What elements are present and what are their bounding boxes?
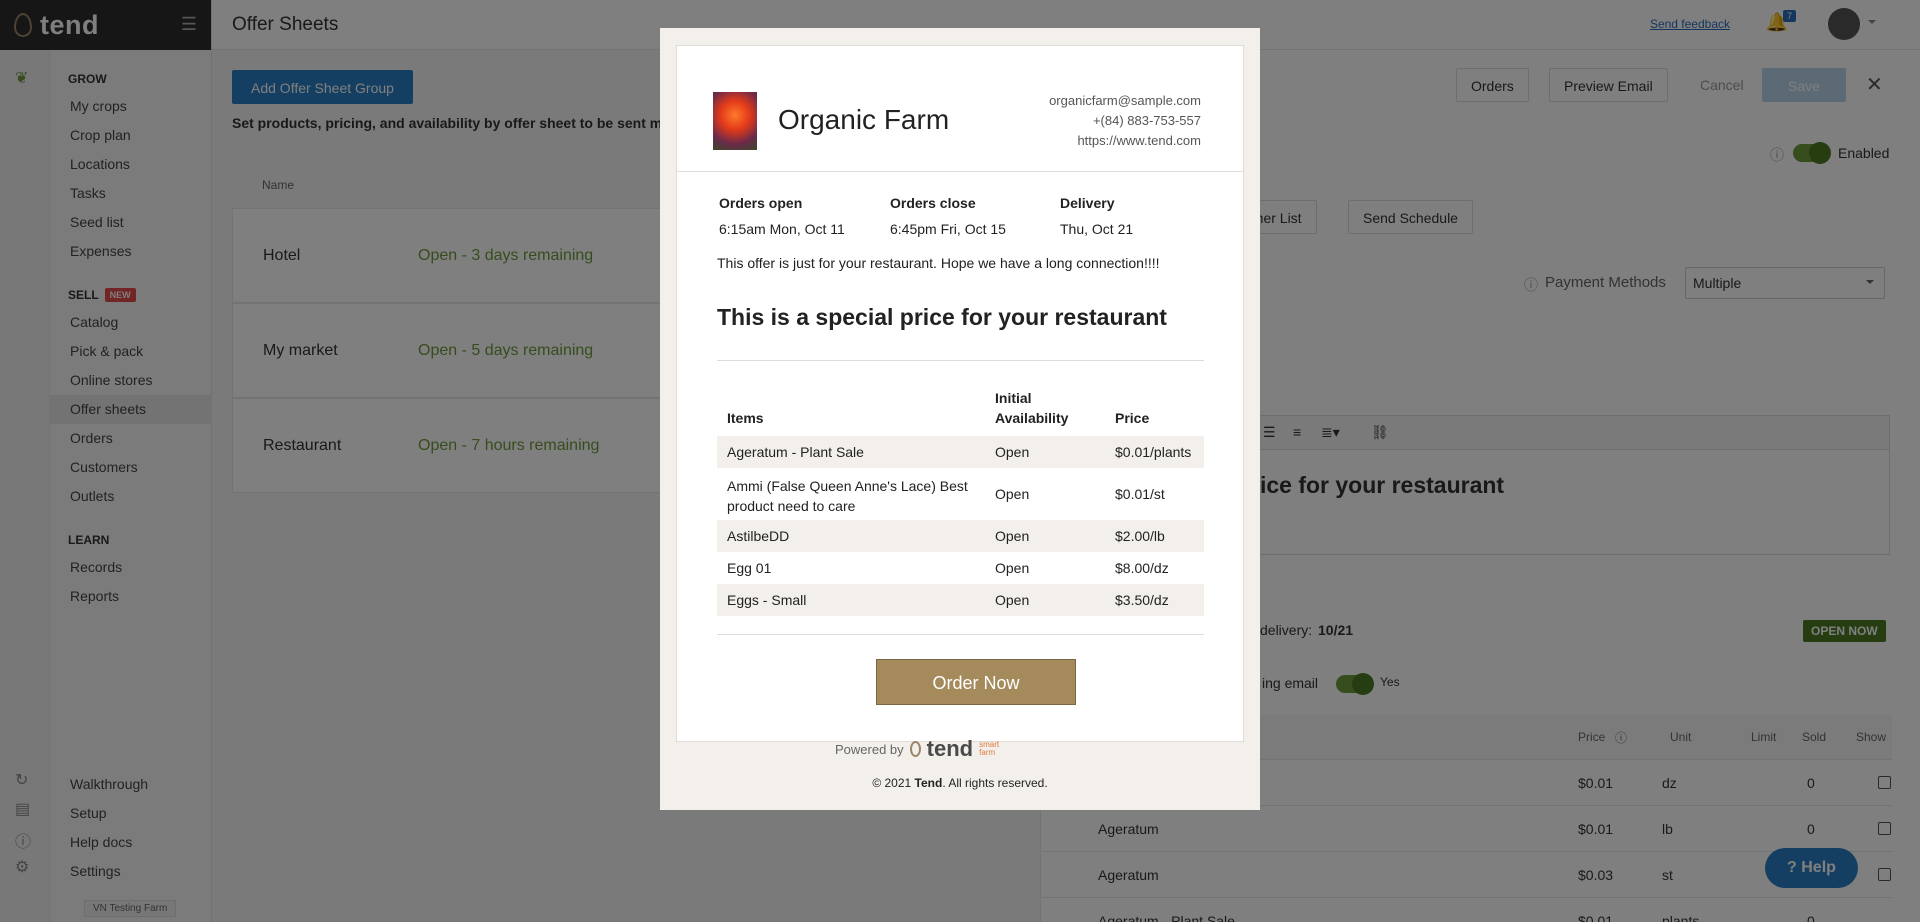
orders-close-value: 6:45pm Fri, Oct 15 — [890, 221, 1006, 237]
item-price: $2.00/lb — [1115, 528, 1165, 544]
farm-logo-image — [713, 92, 757, 150]
item-name: AstilbeDD — [727, 528, 790, 544]
tend-logo[interactable]: tend — [927, 736, 973, 762]
item-name: Ammi (False Queen Anne's Lace) Best prod… — [727, 478, 968, 514]
item-availability: Open — [995, 486, 1030, 502]
item-availability: Open — [995, 560, 1030, 576]
item-price: $0.01/plants — [1115, 444, 1192, 460]
item-price: $0.01/st — [1115, 486, 1165, 502]
item-name: Ageratum - Plant Sale — [727, 444, 864, 460]
table-row: Egg 01 Open $8.00/dz — [717, 552, 1204, 584]
availability-header-line2: Availability — [995, 410, 1069, 426]
farm-email[interactable]: organicfarm@sample.com — [1049, 93, 1201, 108]
divider — [677, 171, 1243, 172]
farm-phone: +(84) 883-753-557 — [1092, 113, 1201, 128]
item-price: $3.50/dz — [1115, 592, 1169, 608]
orders-open-value: 6:15am Mon, Oct 11 — [719, 221, 845, 237]
delivery-value: Thu, Oct 21 — [1060, 221, 1134, 237]
delivery-label: Delivery — [1060, 195, 1115, 211]
table-row: AstilbeDD Open $2.00/lb — [717, 520, 1204, 552]
item-price: $8.00/dz — [1115, 560, 1169, 576]
offer-message: This offer is just for your restaurant. … — [717, 255, 1160, 271]
item-name: Eggs - Small — [727, 592, 807, 608]
farm-website[interactable]: https://www.tend.com — [1077, 133, 1201, 148]
orders-open-label: Orders open — [719, 195, 803, 211]
price-header: Price — [1115, 410, 1150, 426]
offer-headline: This is a special price for your restaur… — [717, 304, 1167, 330]
table-row: Ammi (False Queen Anne's Lace) Best prod… — [717, 468, 1204, 520]
email-preview-modal: ✕ Organic Farm organicfarm@sample.com +(… — [660, 28, 1260, 810]
tend-leaf-icon — [909, 741, 921, 757]
divider — [717, 360, 1204, 361]
divider — [717, 634, 1204, 635]
email-body: Organic Farm organicfarm@sample.com +(84… — [676, 45, 1244, 742]
table-row: Ageratum - Plant Sale Open $0.01/plants — [717, 436, 1204, 468]
item-availability: Open — [995, 444, 1030, 460]
item-name: Egg 01 — [727, 560, 772, 576]
copyright-suffix: . All rights reserved. — [942, 776, 1048, 790]
orders-close-label: Orders close — [890, 195, 976, 211]
items-header: Items — [727, 410, 764, 426]
copyright-prefix: © 2021 — [872, 776, 912, 790]
farm-name: Organic Farm — [778, 104, 950, 135]
copyright: © 2021 Tend. All rights reserved. — [660, 776, 1260, 790]
item-availability: Open — [995, 592, 1030, 608]
copyright-brand: Tend — [914, 776, 943, 790]
availability-header-line1: Initial — [995, 390, 1032, 406]
table-row: Eggs - Small Open $3.50/dz — [717, 584, 1204, 616]
powered-by: Powered by tend smart farm — [835, 736, 1003, 762]
tend-logo-sub: smart farm — [979, 740, 1000, 757]
order-now-button[interactable]: Order Now — [876, 659, 1076, 705]
powered-by-label: Powered by — [835, 741, 904, 757]
item-availability: Open — [995, 528, 1030, 544]
